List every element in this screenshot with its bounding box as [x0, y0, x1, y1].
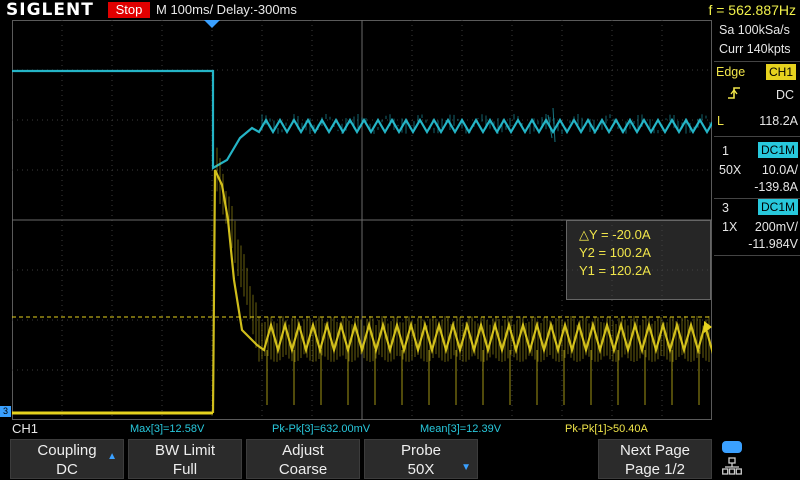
waveform-display[interactable]: 3 △Y = -20.0A Y2 = 100.2A Y1 = 120.2A — [0, 20, 712, 420]
network-icon[interactable] — [722, 457, 742, 475]
coupling-value: DC — [56, 461, 78, 478]
up-arrow-icon: ▲ — [107, 451, 117, 462]
measurement-bar: CH1 Max[3]=12.58V Pk-Pk[3]=632.00mV Mean… — [0, 421, 800, 437]
ch3-scale: 200mV/ — [754, 220, 798, 234]
bw-limit-value: Full — [172, 461, 198, 478]
ch3-coupling-badge: DC1M — [757, 199, 798, 215]
ch1-offset: -139.8A — [754, 180, 798, 194]
ch1-scale: 10.0A/ — [761, 163, 798, 177]
adjust-label: Adjust — [282, 442, 324, 459]
memory-depth: Curr 140kpts — [719, 42, 791, 56]
trigger-level-value: 118.2A — [759, 114, 798, 128]
cursor-measure-box: △Y = -20.0A Y2 = 100.2A Y1 = 120.2A — [566, 220, 711, 300]
y1-value: Y1 = 120.2A — [579, 263, 651, 278]
delta-y-value: △Y = -20.0A — [579, 227, 651, 242]
measure-mean3: Mean[3]=12.39V — [420, 423, 502, 435]
ch3-offset: -11.984V — [748, 237, 798, 251]
probe-label: Probe — [400, 442, 442, 459]
softkey-menu: Coupling DC ▲ BW Limit Full Adjust Coars… — [0, 437, 800, 480]
ch3-number: 3 — [722, 201, 729, 215]
bw-limit-button[interactable]: BW Limit Full — [128, 439, 242, 479]
ch1-coupling-badge: DC1M — [757, 142, 798, 158]
ch1-probe: 50X — [719, 163, 742, 177]
sample-rate: Sa 100kSa/s — [719, 23, 790, 37]
trigger-source-badge: CH1 — [765, 64, 796, 80]
measure-max3: Max[3]=12.58V — [130, 423, 205, 435]
probe-button[interactable]: Probe 50X ▼ — [364, 439, 478, 479]
measure-pkpk3: Pk-Pk[3]=632.00mV — [272, 423, 371, 435]
bw-limit-label: BW Limit — [155, 442, 215, 459]
trigger-rising-edge-icon — [726, 85, 742, 101]
trigger-level-label: L — [717, 114, 724, 128]
adjust-value: Coarse — [278, 461, 328, 478]
next-page-button[interactable]: Next Page Page 1/2 — [598, 439, 712, 479]
ch3-probe: 1X — [722, 220, 738, 234]
active-channel: CH1 — [12, 421, 39, 436]
adjust-button[interactable]: Adjust Coarse — [246, 439, 360, 479]
y2-value: Y2 = 100.2A — [579, 245, 651, 260]
frequency-counter: f = 562.887Hz — [708, 2, 796, 18]
coupling-button[interactable]: Coupling DC ▲ — [10, 439, 124, 479]
trigger-type: Edge — [716, 65, 746, 79]
page-indicator: Page 1/2 — [624, 461, 686, 478]
toggle-icon[interactable] — [722, 441, 742, 453]
ch1-number: 1 — [722, 144, 729, 158]
trigger-position-marker-icon[interactable] — [204, 20, 220, 28]
ch3-ground-marker[interactable]: 3 — [0, 406, 11, 417]
info-panel: Sa 100kSa/s Curr 140kpts Edge CH1 DC L 1… — [714, 20, 800, 420]
measure-pkpk1: Pk-Pk[1]>50.40A — [565, 423, 648, 435]
brand-logo: SIGLENT — [6, 0, 94, 20]
top-bar: SIGLENT Stop M 100ms/ Delay:-300ms f = 5… — [0, 0, 800, 20]
next-page-label: Next Page — [619, 442, 691, 459]
run-stop-indicator[interactable]: Stop — [108, 2, 150, 18]
timebase-readout[interactable]: M 100ms/ Delay:-300ms — [156, 0, 297, 20]
down-arrow-icon: ▼ — [461, 462, 471, 473]
trigger-coupling: DC — [775, 88, 794, 102]
